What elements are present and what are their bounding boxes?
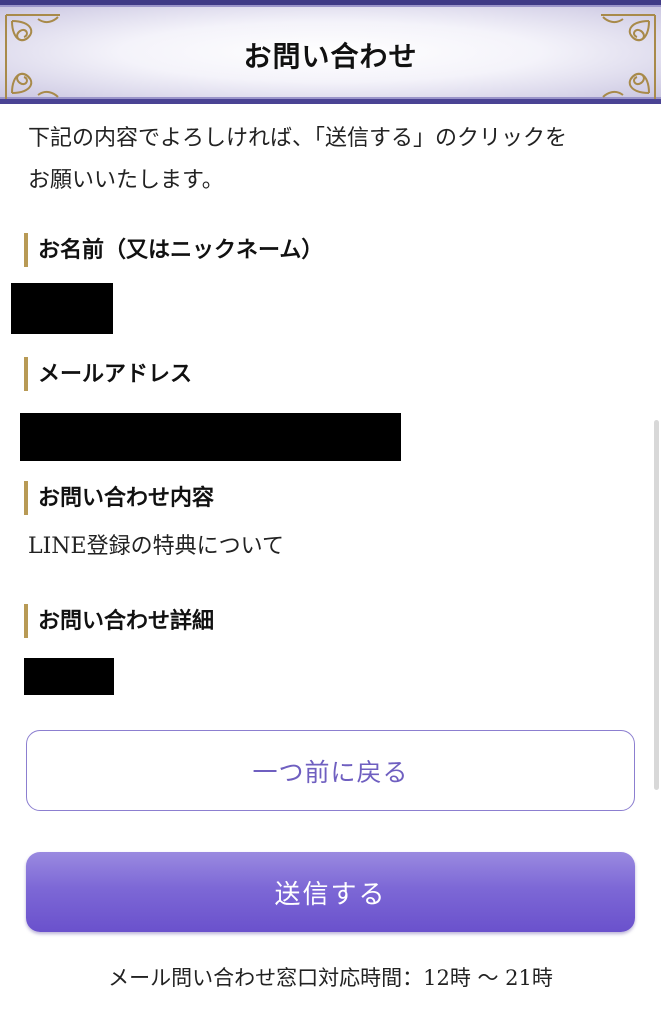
scrollbar[interactable] (654, 420, 659, 790)
submit-button-label: 送信する (274, 879, 387, 910)
email-label: メールアドレス (24, 357, 192, 391)
redacted-detail-value (24, 658, 114, 695)
instruction-line: 下記の内容でよろしければ、「送信する」のクリックを (28, 126, 568, 151)
support-hours-text: メール問い合わせ窓口対応時間：12時 〜 21時 (108, 966, 553, 990)
page-header: お問い合わせ (0, 0, 661, 104)
inquiry-detail-label: お問い合わせ詳細 (24, 604, 214, 638)
page-title: お問い合わせ (243, 40, 418, 73)
inquiry-type-label: お問い合わせ内容 (24, 481, 214, 515)
redacted-name-value (11, 283, 113, 334)
back-button-label: 一つ前に戻る (252, 757, 409, 787)
confirmation-instructions: 下記の内容でよろしければ、「送信する」のクリックを お願いいたします。 (28, 118, 638, 202)
back-button[interactable]: 一つ前に戻る (26, 730, 635, 811)
name-label: お名前（又はニックネーム） (24, 233, 323, 267)
inquiry-type-value: LINE登録の特典について (28, 534, 284, 559)
redacted-email-value (20, 413, 401, 461)
submit-button[interactable]: 送信する (26, 852, 635, 932)
instruction-line: お願いいたします。 (28, 168, 224, 193)
ornament-corner-icon (601, 14, 656, 99)
